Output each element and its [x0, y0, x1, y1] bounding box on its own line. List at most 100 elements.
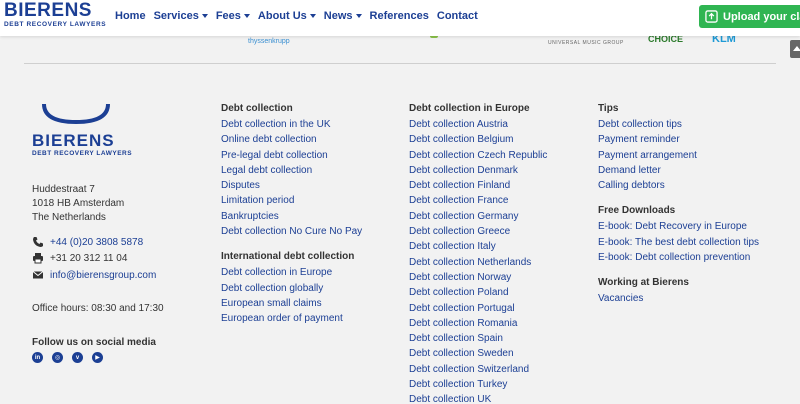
nav-contact[interactable]: Contact [437, 10, 478, 22]
social-links: in ◎ v ▶ [32, 352, 103, 363]
linkedin-icon[interactable]: in [32, 352, 43, 363]
fax-number: +31 20 312 11 04 [50, 252, 128, 264]
footer-link[interactable]: Disputes [221, 178, 362, 193]
footer-link[interactable]: Debt collection in Europe [221, 265, 362, 280]
footer-link[interactable]: Debt collection Finland [409, 178, 547, 193]
nav-home[interactable]: Home [115, 10, 146, 22]
address-city: 1018 HB Amsterdam [32, 198, 125, 209]
footer-link[interactable]: Online debt collection [221, 132, 362, 147]
footer-col-tips: Tips Debt collection tips Payment reminde… [598, 101, 759, 307]
footer-link[interactable]: Debt collection Czech Republic [409, 148, 547, 163]
nav-label: Fees [215, 10, 241, 22]
caret-down-icon [355, 14, 362, 18]
nav-about-us[interactable]: About Us [258, 10, 316, 22]
footer-link[interactable]: Debt collection Romania [409, 316, 547, 331]
nav-label: Home [115, 10, 146, 22]
col-gap [598, 265, 759, 275]
footer-link[interactable]: Debt collection in the UK [221, 117, 362, 132]
footer-divider [24, 63, 776, 64]
footer-link[interactable]: Debt collection Norway [409, 270, 547, 285]
footer-link[interactable]: E-book: Debt collection prevention [598, 250, 759, 265]
col-title-downloads: Free Downloads [598, 205, 676, 217]
footer-logo-tagline: DEBT RECOVERY LAWYERS [32, 150, 133, 157]
phone-link[interactable]: +44 (0)20 3808 5878 [32, 236, 143, 248]
footer-link[interactable]: Legal debt collection [221, 163, 362, 178]
footer-link[interactable]: Debt collection tips [598, 117, 759, 132]
footer-link[interactable]: Pre-legal debt collection [221, 148, 362, 163]
upload-claim-button[interactable]: Upload your clai [699, 5, 800, 28]
caret-down-icon [243, 14, 250, 18]
youtube-icon[interactable]: ▶ [92, 352, 103, 363]
footer-link[interactable]: E-book: Debt Recovery in Europe [598, 219, 759, 234]
footer-link[interactable]: Debt collection Austria [409, 117, 547, 132]
working-links: Vacancies [598, 291, 759, 306]
vimeo-icon[interactable]: v [72, 352, 83, 363]
nav-references[interactable]: References [370, 10, 429, 22]
office-hours: Office hours: 08:30 and 17:30 [32, 303, 164, 314]
footer-link[interactable]: Debt collection Netherlands [409, 255, 547, 270]
col-title-europe: Debt collection in Europe [409, 103, 530, 114]
footer-link[interactable]: Payment reminder [598, 132, 759, 147]
client-logo-strip: thyssenkrupp UNIVERSAL MUSIC GROUP CHOIC… [0, 33, 800, 58]
client-logo-thyssenkrupp: thyssenkrupp [248, 38, 290, 45]
footer-link[interactable]: Demand letter [598, 163, 759, 178]
col-title-debt-collection: Debt collection [221, 103, 293, 114]
footer-link[interactable]: Debt collection UK [409, 392, 547, 404]
international-links: Debt collection in Europe Debt collection… [221, 265, 362, 326]
address-street: Huddestraat 7 [32, 184, 95, 195]
footer-link[interactable]: Vacancies [598, 291, 759, 306]
footer-link[interactable]: Debt collection Spain [409, 331, 547, 346]
footer-link[interactable]: Debt collection Portugal [409, 301, 547, 316]
upload-claim-label: Upload your clai [723, 10, 800, 23]
client-logo-universal: UNIVERSAL MUSIC GROUP [548, 40, 624, 46]
col-gap [221, 239, 362, 249]
footer-col-services: Debt collection Debt collection in the U… [221, 101, 362, 327]
logo-smile-icon [42, 103, 110, 125]
upload-icon [705, 10, 718, 23]
nav-news[interactable]: News [324, 10, 362, 22]
nav-label: References [369, 10, 429, 22]
footer-link[interactable]: E-book: The best debt collection tips [598, 235, 759, 250]
email-link[interactable]: info@bierensgroup.com [32, 269, 156, 281]
email-address: info@bierensgroup.com [50, 269, 157, 281]
phone-icon [33, 237, 43, 247]
col-title-tips: Tips [598, 103, 619, 114]
footer-link[interactable]: Debt collection Switzerland [409, 362, 547, 377]
footer-link[interactable]: European small claims [221, 296, 362, 311]
footer-link[interactable]: Payment arrangement [598, 148, 759, 163]
footer-link[interactable]: Debt collection Belgium [409, 132, 547, 147]
nav-services[interactable]: Services [154, 10, 208, 22]
footer-link[interactable]: Debt collection Greece [409, 224, 547, 239]
footer-link[interactable]: Debt collection Poland [409, 285, 547, 300]
logo-tagline: DEBT RECOVERY LAWYERS [4, 21, 107, 28]
nav-label: News [323, 10, 353, 22]
company-address: Huddestraat 7 1018 HB Amsterdam The Neth… [32, 183, 124, 225]
europe-links: Debt collection Austria Debt collection B… [409, 117, 547, 404]
footer-link[interactable]: Debt collection Turkey [409, 377, 547, 392]
footer-link[interactable]: Debt collection Germany [409, 209, 547, 224]
footer-link[interactable]: Bankruptcies [221, 209, 362, 224]
footer-link[interactable]: Debt collection globally [221, 281, 362, 296]
scroll-top-button[interactable] [790, 40, 800, 58]
footer-link[interactable]: Debt collection France [409, 193, 547, 208]
nav-label: Contact [436, 10, 478, 22]
nav-fees[interactable]: Fees [216, 10, 250, 22]
footer-link[interactable]: Calling debtors [598, 178, 759, 193]
site-logo[interactable]: BIERENS DEBT RECOVERY LAWYERS [4, 1, 106, 29]
social-title: Follow us on social media [32, 337, 156, 348]
site-header: BIERENS DEBT RECOVERY LAWYERS Home Servic… [0, 0, 800, 36]
footer-link[interactable]: Debt collection Denmark [409, 163, 547, 178]
fax-icon [33, 253, 43, 264]
caret-down-icon [309, 14, 316, 18]
footer-link[interactable]: European order of payment [221, 311, 362, 326]
fax-info: +31 20 312 11 04 [32, 252, 127, 264]
instagram-icon[interactable]: ◎ [52, 352, 63, 363]
footer-link[interactable]: Debt collection No Cure No Pay [221, 224, 362, 239]
footer-link[interactable]: Debt collection Italy [409, 239, 547, 254]
footer-link[interactable]: Debt collection Sweden [409, 346, 547, 361]
col-title-international: International debt collection [221, 251, 355, 263]
footer-logo-wordmark: BIERENS [32, 131, 115, 150]
footer-link[interactable]: Limitation period [221, 193, 362, 208]
phone-number: +44 (0)20 3808 5878 [50, 236, 144, 248]
nav-label: About Us [257, 10, 307, 22]
